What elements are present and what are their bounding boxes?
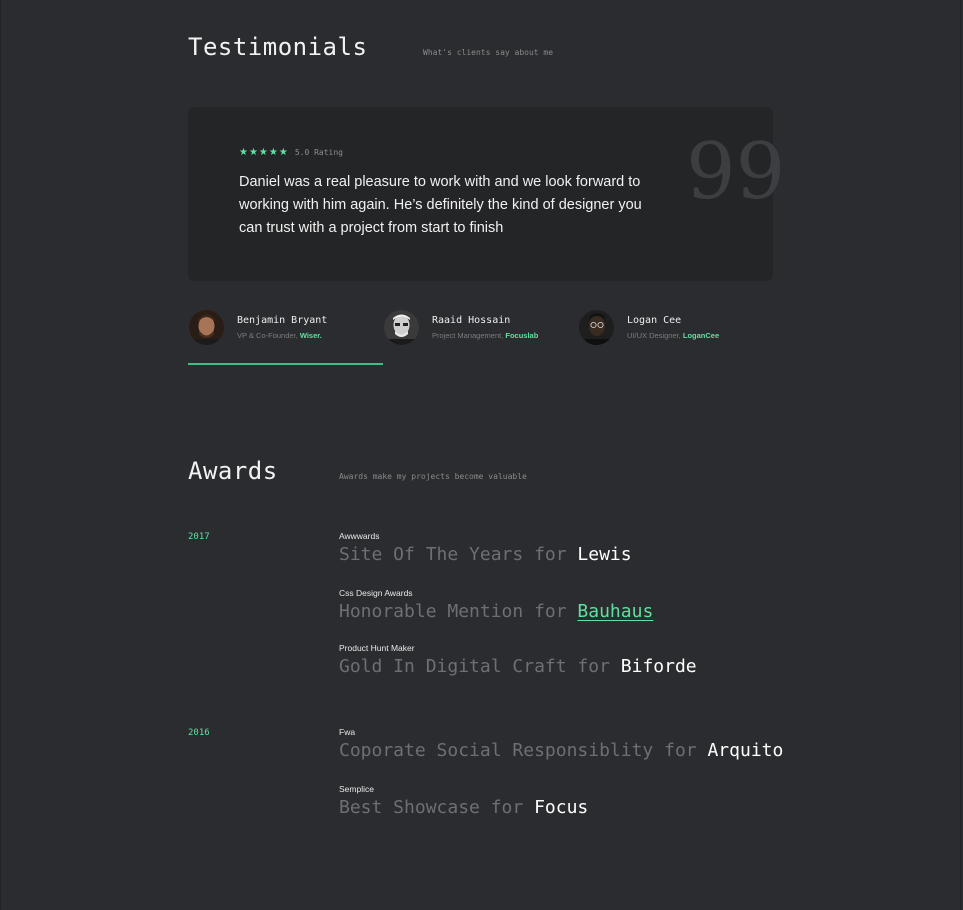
testimonial-person-1[interactable]: Benjamin Bryant VP & Co-Founder, Wiser. xyxy=(189,309,327,345)
testimonials-title: Testimonials xyxy=(188,33,368,61)
award-organization: Semplice xyxy=(339,784,374,794)
award-item: Css Design Awards Honorable Mention for … xyxy=(339,588,653,622)
award-year-2017: 2017 xyxy=(188,532,210,542)
person-name: Benjamin Bryant xyxy=(237,314,328,326)
person-company: Wiser. xyxy=(299,330,322,340)
award-year-2016: 2016 xyxy=(188,728,210,738)
award-title: Honorable Mention for Bauhaus xyxy=(339,601,653,622)
person-role-text: Project Management, xyxy=(432,330,504,340)
person-name: Logan Cee xyxy=(627,314,682,326)
award-organization: Css Design Awards xyxy=(339,588,413,598)
award-title-text: Best Showcase for xyxy=(339,797,524,818)
award-item: Awwwards Site Of The Years for Lewis xyxy=(339,531,632,565)
person-company: Focuslab xyxy=(505,330,539,340)
testimonial-person-2[interactable]: Raaid Hossain Project Management, Focusl… xyxy=(384,309,538,345)
star-rating-icon: ★★★★★ xyxy=(239,147,289,158)
awards-title: Awards xyxy=(188,457,278,485)
active-testimonial-indicator xyxy=(188,363,383,365)
award-project-link[interactable]: Focus xyxy=(534,797,588,818)
person-name: Raaid Hossain xyxy=(432,314,511,326)
person-company: LoganCee xyxy=(682,330,720,340)
avatar xyxy=(189,309,224,345)
testimonial-quote: Daniel was a real pleasure to work with … xyxy=(239,174,642,236)
award-item: Semplice Best Showcase for Focus xyxy=(339,784,588,818)
award-title: Site Of The Years for Lewis xyxy=(339,544,632,565)
award-title: Best Showcase for Focus xyxy=(339,797,588,818)
person-role: VP & Co-Founder, Wiser. xyxy=(237,331,327,340)
award-organization: Awwwards xyxy=(339,531,380,541)
award-item: Product Hunt Maker Gold In Digital Craft… xyxy=(339,643,697,677)
award-title-text: Gold In Digital Craft for xyxy=(339,656,610,677)
testimonial-person-3[interactable]: Logan Cee UI/UX Designer, LoganCee xyxy=(579,309,719,345)
quote-mark-icon: 99 xyxy=(686,127,786,217)
person-role-text: VP & Co-Founder, xyxy=(237,330,298,340)
award-item: Fwa Coporate Social Responsiblity for Ar… xyxy=(339,727,783,761)
avatar xyxy=(579,309,614,345)
award-project-link[interactable]: Arquito xyxy=(707,740,783,761)
award-title-text: Honorable Mention for xyxy=(339,601,567,622)
award-project-link[interactable]: Lewis xyxy=(577,544,631,565)
award-title: Gold In Digital Craft for Biforde xyxy=(339,656,697,677)
award-title-text: Coporate Social Responsiblity for xyxy=(339,740,697,761)
award-project-link[interactable]: Biforde xyxy=(621,656,697,677)
award-organization: Fwa xyxy=(339,727,356,737)
person-role: Project Management, Focuslab xyxy=(432,331,538,340)
person-role-text: UI/UX Designer, xyxy=(627,330,681,340)
rating-text: 5.0 Rating xyxy=(294,148,343,157)
awards-subtitle: Awards make my projects become valuable xyxy=(339,472,527,481)
avatar xyxy=(384,309,419,345)
award-project-link[interactable]: Bauhaus xyxy=(577,601,653,622)
award-title: Coporate Social Responsiblity for Arquit… xyxy=(339,740,783,761)
person-role: UI/UX Designer, LoganCee xyxy=(627,331,719,340)
testimonial-card: ★★★★★ 5.0 Rating Daniel was a real pleas… xyxy=(188,107,785,281)
rating: ★★★★★ 5.0 Rating xyxy=(239,147,343,158)
award-title-text: Site Of The Years for xyxy=(339,544,567,565)
testimonials-subtitle: What's clients say about me xyxy=(423,48,554,57)
award-organization: Product Hunt Maker xyxy=(339,643,415,653)
